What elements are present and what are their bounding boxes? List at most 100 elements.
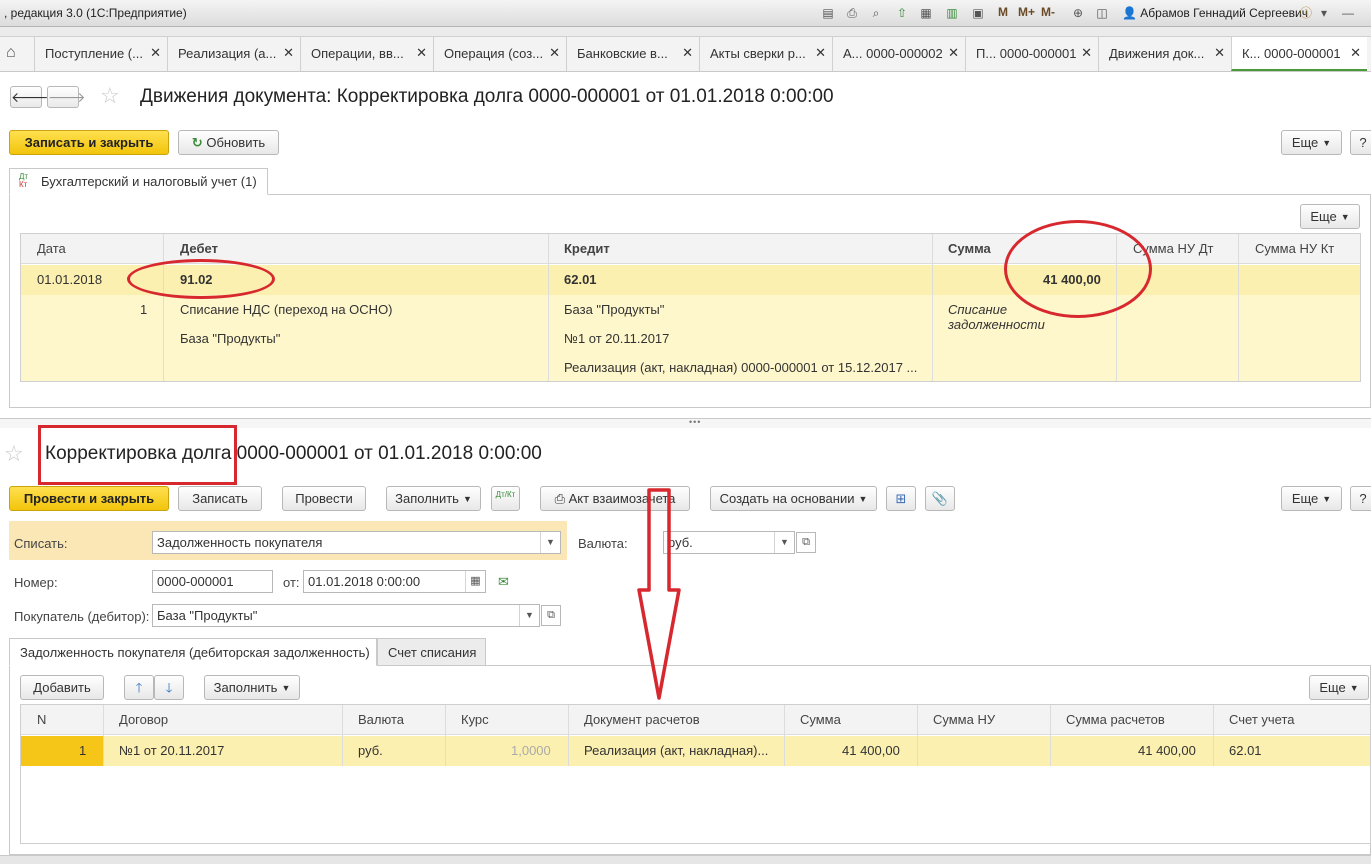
tab-item[interactable]: А... 0000-000002 ✕ xyxy=(832,37,965,71)
help-button[interactable]: ? xyxy=(1350,130,1371,155)
col-currency: Валюта xyxy=(358,712,404,727)
structure-icon[interactable]: ⊞ xyxy=(886,486,916,511)
dropdown-icon[interactable]: ▼ xyxy=(540,532,560,553)
fill-button[interactable]: Заполнить ▼ xyxy=(386,486,481,511)
comment-icon[interactable]: ✉ xyxy=(498,574,509,590)
home-icon[interactable]: ⌂ xyxy=(6,44,16,62)
close-icon[interactable]: ✕ xyxy=(549,45,560,61)
col-divider xyxy=(784,705,785,766)
tab-item[interactable]: Поступление (... ✕ xyxy=(34,37,167,71)
info-icon[interactable]: ⓘ xyxy=(1298,5,1314,21)
grid-more-button[interactable]: Еще ▼ xyxy=(1300,204,1360,229)
save-button[interactable]: Записать xyxy=(178,486,262,511)
currency-label: Валюта: xyxy=(578,536,628,551)
postings-grid: Дата Дебет Кредит Сумма Сумма НУ Дт Сумм… xyxy=(20,233,1361,382)
panel-icon[interactable]: ◫ xyxy=(1094,5,1110,21)
more-button[interactable]: Еще ▼ xyxy=(1281,486,1342,511)
tab-receivables[interactable]: Задолженность покупателя (дебиторская за… xyxy=(9,638,377,666)
create-based-on-button[interactable]: Создать на основании ▼ xyxy=(710,486,877,511)
table-fill-button[interactable]: Заполнить ▼ xyxy=(204,675,300,700)
memory-button[interactable]: M xyxy=(998,5,1008,19)
tab-item-active[interactable]: К... 0000-000001 ✕ xyxy=(1231,37,1367,71)
close-icon[interactable]: ✕ xyxy=(150,45,161,61)
open-icon[interactable]: ⧉ xyxy=(796,532,816,553)
favorite-star-icon[interactable]: ☆ xyxy=(100,83,120,109)
upload-icon[interactable]: ⇧ xyxy=(894,5,910,21)
refresh-icon: ↻ xyxy=(191,135,203,150)
table-more-button[interactable]: Еще ▼ xyxy=(1309,675,1369,700)
col-divider xyxy=(445,705,446,766)
dropdown-icon[interactable]: ▼ xyxy=(519,605,539,626)
forward-button[interactable]: 🡒 xyxy=(47,86,86,108)
zoom-icon[interactable]: ⊕ xyxy=(1070,5,1086,21)
memory-plus-button[interactable]: M+ xyxy=(1018,5,1035,19)
tab-accounting[interactable]: Дт Кт Бухгалтерский и налоговый учет (1) xyxy=(9,168,268,195)
post-close-button[interactable]: Провести и закрыть xyxy=(9,486,169,511)
back-button[interactable]: 🡐 xyxy=(10,86,49,108)
close-icon[interactable]: ✕ xyxy=(283,45,294,61)
print-icon: ⎙ xyxy=(554,491,565,506)
memory-minus-button[interactable]: M- xyxy=(1041,5,1055,19)
calendar-icon[interactable]: ▣ xyxy=(970,5,986,21)
post-button[interactable]: Провести xyxy=(282,486,366,511)
buyer-select[interactable]: База "Продукты" ▼ xyxy=(152,604,540,627)
close-icon[interactable]: ✕ xyxy=(416,45,427,61)
more-button[interactable]: Еще ▼ xyxy=(1281,130,1342,155)
dropdown-icon[interactable]: ▼ xyxy=(774,532,794,553)
write-off-select[interactable]: Задолженность покупателя ▼ xyxy=(152,531,561,554)
favorite-star-icon[interactable]: ☆ xyxy=(4,441,24,467)
tab-write-off-account[interactable]: Счет списания xyxy=(377,638,486,666)
col-divider xyxy=(568,705,569,766)
attachment-icon[interactable]: 📎 xyxy=(925,486,955,511)
col-amount: Сумма xyxy=(800,712,841,727)
user-name[interactable]: 👤 Абрамов Геннадий Сергеевич xyxy=(1122,6,1308,20)
currency-select[interactable]: руб. ▼ xyxy=(663,531,795,554)
tab-item[interactable]: Реализация (а... ✕ xyxy=(167,37,300,71)
tab-item[interactable]: Движения док... ✕ xyxy=(1098,37,1231,71)
cell-line-no: 1 xyxy=(140,302,148,317)
refresh-button[interactable]: ↻ Обновить xyxy=(178,130,279,155)
minimize-icon[interactable]: — xyxy=(1340,5,1356,21)
tab-item[interactable]: Банковские в... ✕ xyxy=(566,37,699,71)
status-strip xyxy=(0,855,1371,864)
cell-amount-settle: 41 400,00 xyxy=(1138,743,1196,758)
date-field[interactable]: 01.01.2018 0:00:00 ▦ xyxy=(303,570,486,593)
close-icon[interactable]: ✕ xyxy=(1214,45,1225,61)
close-icon[interactable]: ✕ xyxy=(948,45,959,61)
menu-caret-icon[interactable]: ▾ xyxy=(1316,5,1332,21)
close-icon[interactable]: ✕ xyxy=(1350,45,1361,61)
number-field[interactable]: 0000-000001 xyxy=(152,570,273,593)
close-icon[interactable]: ✕ xyxy=(1081,45,1092,61)
calendar-icon[interactable]: ▦ xyxy=(465,571,485,592)
col-divider xyxy=(163,234,164,381)
receivables-grid: N Договор Валюта Курс Документ расчетов … xyxy=(20,704,1371,844)
cell-credit-sub1: База "Продукты" xyxy=(564,302,665,317)
move-up-icon[interactable]: 🡑 xyxy=(124,675,154,700)
cell-settlement-doc: Реализация (акт, накладная)... xyxy=(584,743,769,758)
col-divider xyxy=(548,234,549,381)
cell-content-line2: задолженности xyxy=(948,317,1045,332)
col-divider xyxy=(1213,705,1214,766)
table-row[interactable]: 1 №1 от 20.11.2017 руб. 1,0000 Реализаци… xyxy=(21,736,1370,766)
tab-item[interactable]: Операция (соз... ✕ xyxy=(433,37,566,71)
write-off-label: Списать: xyxy=(14,536,68,551)
close-icon[interactable]: ✕ xyxy=(682,45,693,61)
page-title: Движения документа: Корректировка долга … xyxy=(140,86,834,107)
tab-item[interactable]: П... 0000-000001 ✕ xyxy=(965,37,1098,71)
open-icon[interactable]: ⧉ xyxy=(541,605,561,626)
preview-icon[interactable]: ⌕ xyxy=(868,5,884,21)
tab-item[interactable]: Операции, вв... ✕ xyxy=(300,37,433,71)
close-icon[interactable]: ✕ xyxy=(815,45,826,61)
move-down-icon[interactable]: 🡓 xyxy=(154,675,184,700)
tab-item[interactable]: Акты сверки р... ✕ xyxy=(699,37,832,71)
dtkt-button[interactable]: Дт/Кт xyxy=(491,486,520,511)
save-icon[interactable]: ▤ xyxy=(820,5,836,21)
save-close-button[interactable]: Записать и закрыть xyxy=(9,130,169,155)
spreadsheet-icon[interactable]: ▥ xyxy=(944,5,960,21)
print-icon[interactable]: ⎙ xyxy=(844,5,860,21)
help-button[interactable]: ? xyxy=(1350,486,1371,511)
app-title: , редакция 3.0 (1С:Предприятие) xyxy=(4,6,187,20)
buyer-label: Покупатель (дебитор): xyxy=(14,609,150,624)
table-icon[interactable]: ▦ xyxy=(918,5,934,21)
add-button[interactable]: Добавить xyxy=(20,675,104,700)
